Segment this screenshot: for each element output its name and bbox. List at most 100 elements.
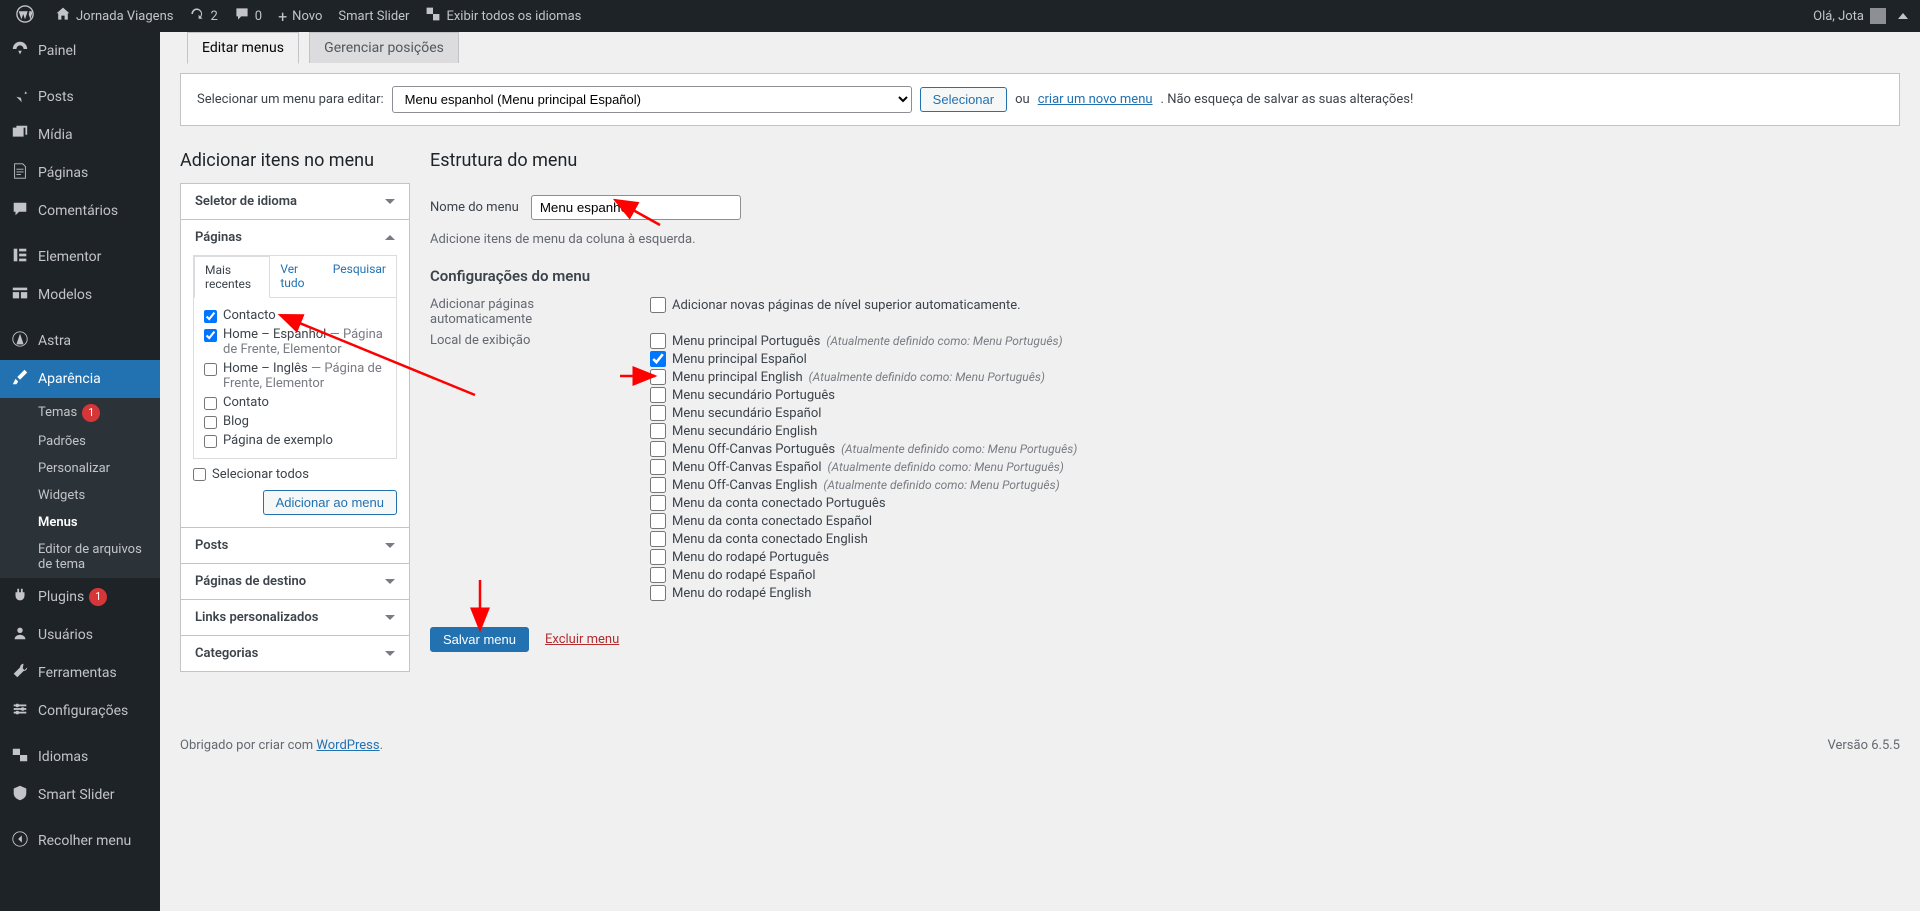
create-new-menu-link[interactable]: criar um novo menu <box>1038 92 1153 107</box>
location-checkbox[interactable] <box>650 585 666 601</box>
settings-icon <box>10 700 30 722</box>
location-checkbox[interactable] <box>650 369 666 385</box>
location-checkbox[interactable] <box>650 405 666 421</box>
page-checkbox[interactable] <box>204 363 217 376</box>
page-checkbox[interactable] <box>204 416 217 429</box>
submenu-temas[interactable]: Temas1 <box>0 398 160 428</box>
menu-select[interactable]: Menu espanhol (Menu principal Español) <box>392 86 912 113</box>
page-item[interactable]: Blog <box>204 414 386 429</box>
location-checkbox[interactable] <box>650 441 666 457</box>
page-checkbox[interactable] <box>204 310 217 323</box>
menu-name-input[interactable] <box>531 195 741 220</box>
accordion-header-landing[interactable]: Páginas de destino <box>181 564 409 599</box>
page-item[interactable]: Home – Inglês — Página de Frente, Elemen… <box>204 361 386 391</box>
accordion-header-posts[interactable]: Posts <box>181 528 409 563</box>
sidebar-item-comentarios[interactable]: Comentários <box>0 192 160 230</box>
page-checkbox[interactable] <box>204 435 217 448</box>
page-checkbox[interactable] <box>204 329 217 342</box>
accordion-header-categorias[interactable]: Categorias <box>181 636 409 671</box>
accordion-header-seletor-idioma[interactable]: Seletor de idioma <box>181 184 409 219</box>
accordion-header-paginas[interactable]: Páginas <box>181 220 409 255</box>
location-checkbox[interactable] <box>650 333 666 349</box>
location-label: Menu principal English <box>672 370 803 385</box>
page-item[interactable]: Contacto <box>204 308 386 323</box>
submenu-menus[interactable]: Menus <box>0 509 160 536</box>
new-content-link[interactable]: +Novo <box>270 0 330 32</box>
footer-wordpress-link[interactable]: WordPress <box>316 738 379 753</box>
location-checkbox[interactable] <box>650 531 666 547</box>
languages-icon <box>10 746 30 768</box>
location-checkbox[interactable] <box>650 351 666 367</box>
tab-recent[interactable]: Mais recentes <box>194 256 270 298</box>
sidebar-item-midia[interactable]: Mídia <box>0 116 160 154</box>
tab-view-all[interactable]: Ver tudo <box>270 256 322 297</box>
page-item[interactable]: Home – Espanhol — Página de Frente, Elem… <box>204 327 386 357</box>
submenu-personalizar[interactable]: Personalizar <box>0 455 160 482</box>
site-name: Jornada Viagens <box>76 9 173 24</box>
location-checkbox[interactable] <box>650 513 666 529</box>
page-item[interactable]: Página de exemplo <box>204 433 386 448</box>
tab-manage-locations[interactable]: Gerenciar posições <box>309 32 459 63</box>
sidebar-item-usuarios[interactable]: Usuários <box>0 616 160 654</box>
accordion-header-custom-links[interactable]: Links personalizados <box>181 600 409 635</box>
submenu-editor-arquivos[interactable]: Editor de arquivos de tema <box>0 536 160 578</box>
location-checkbox[interactable] <box>650 549 666 565</box>
location-checkbox[interactable] <box>650 567 666 583</box>
tab-edit-menus[interactable]: Editar menus <box>187 32 299 64</box>
location-label: Menu do rodapé Português <box>672 550 829 565</box>
sidebar-item-paginas[interactable]: Páginas <box>0 154 160 192</box>
sidebar-item-elementor[interactable]: Elementor <box>0 238 160 276</box>
sidebar-item-painel[interactable]: Painel <box>0 32 160 70</box>
tab-search[interactable]: Pesquisar <box>323 256 396 297</box>
location-checkbox[interactable] <box>650 495 666 511</box>
my-account-link[interactable]: Olá, Jota <box>1805 0 1894 32</box>
select-all-checkbox[interactable] <box>193 468 206 481</box>
updates-link[interactable]: 2 <box>181 0 225 32</box>
show-all-languages-link[interactable]: Exibir todos os idiomas <box>417 0 589 32</box>
location-label: Menu principal Português <box>672 334 820 349</box>
location-note: (Atualmente definido como: Menu Portuguê… <box>826 334 1062 348</box>
pages-tabs: Mais recentes Ver tudo Pesquisar <box>194 256 396 298</box>
sidebar-item-astra[interactable]: Astra <box>0 322 160 360</box>
comments-link[interactable]: 0 <box>226 0 270 32</box>
chevron-down-icon <box>385 199 395 204</box>
page-item[interactable]: Contato <box>204 395 386 410</box>
location-label: Menu da conta conectado Español <box>672 514 872 529</box>
location-label: Menu secundário Português <box>672 388 835 403</box>
save-menu-button[interactable]: Salvar menu <box>430 627 529 652</box>
temas-badge: 1 <box>82 404 100 422</box>
menu-name-label: Nome do menu <box>430 200 519 215</box>
location-checkbox[interactable] <box>650 477 666 493</box>
sidebar-item-posts[interactable]: Posts <box>0 78 160 116</box>
smartslider-icon <box>10 784 30 806</box>
sidebar-collapse[interactable]: Recolher menu <box>0 822 160 860</box>
smart-slider-link[interactable]: Smart Slider <box>330 0 417 32</box>
location-checkbox[interactable] <box>650 423 666 439</box>
delete-menu-link[interactable]: Excluir menu <box>545 632 619 647</box>
submenu-padroes[interactable]: Padrões <box>0 428 160 455</box>
add-to-menu-button[interactable]: Adicionar ao menu <box>263 490 397 515</box>
auto-add-checkbox[interactable] <box>650 297 666 313</box>
site-name-link[interactable]: Jornada Viagens <box>47 0 181 32</box>
sidebar-item-modelos[interactable]: Modelos <box>0 276 160 314</box>
location-item: Menu secundário Español <box>650 405 1900 421</box>
users-icon <box>10 624 30 646</box>
location-checkbox[interactable] <box>650 459 666 475</box>
sidebar-item-plugins[interactable]: Plugins1 <box>0 578 160 616</box>
select-button[interactable]: Selecionar <box>920 87 1007 112</box>
sidebar-item-ferramentas[interactable]: Ferramentas <box>0 654 160 692</box>
pin-icon <box>10 86 30 108</box>
dont-forget-text: . Não esqueça de salvar as suas alteraçõ… <box>1161 92 1414 107</box>
sidebar-item-aparencia[interactable]: Aparência <box>0 360 160 398</box>
sidebar-item-smart-slider[interactable]: Smart Slider <box>0 776 160 814</box>
location-checkbox[interactable] <box>650 387 666 403</box>
page-checkbox[interactable] <box>204 397 217 410</box>
wp-logo[interactable] <box>8 0 47 32</box>
location-label: Menu secundário Español <box>672 406 821 421</box>
sidebar-item-idiomas[interactable]: Idiomas <box>0 738 160 776</box>
location-item: Menu da conta conectado Español <box>650 513 1900 529</box>
collapse-adminbar[interactable] <box>1894 0 1912 32</box>
translate-icon <box>425 6 441 26</box>
submenu-widgets[interactable]: Widgets <box>0 482 160 509</box>
sidebar-item-configuracoes[interactable]: Configurações <box>0 692 160 730</box>
